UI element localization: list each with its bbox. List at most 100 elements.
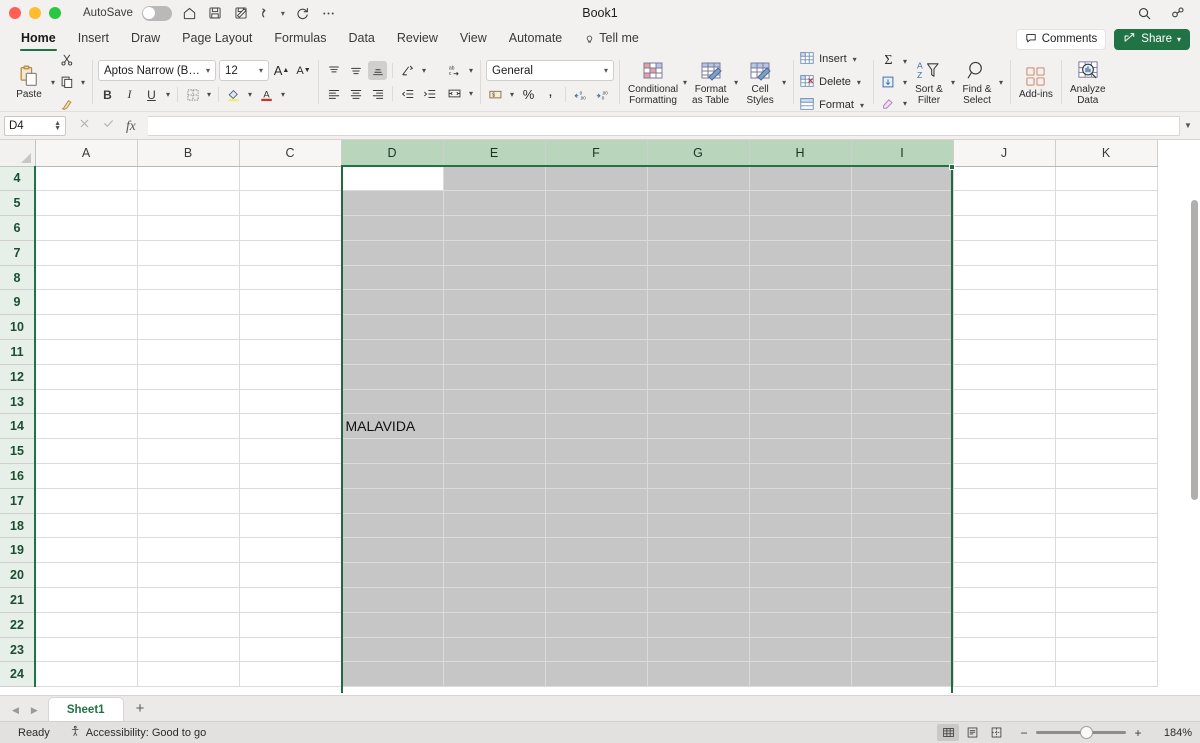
grid-cell-K22[interactable] — [1055, 612, 1158, 638]
add-ins-button[interactable]: Add-ins — [1016, 63, 1056, 100]
insert-cells-button[interactable]: Insert ▾ — [799, 50, 868, 68]
insert-function-icon[interactable]: fx — [126, 118, 136, 134]
grid-cell-A21[interactable] — [35, 587, 138, 613]
tab-formulas[interactable]: Formulas — [263, 26, 337, 52]
grid-cell-K7[interactable] — [1055, 240, 1158, 266]
grid-cell-K5[interactable] — [1055, 190, 1158, 217]
normal-view-icon[interactable] — [937, 724, 959, 741]
grid-cell-J5[interactable] — [953, 190, 1056, 217]
grid-cell-A22[interactable] — [35, 612, 138, 638]
accessibility-status[interactable]: Accessibility: Good to go — [60, 725, 216, 740]
grid-cell-I15[interactable] — [851, 438, 954, 465]
grid-cell-A13[interactable] — [35, 389, 138, 415]
active-cell-D4[interactable] — [341, 166, 444, 192]
grid-cell-F20[interactable] — [545, 562, 648, 589]
grid-cell-B18[interactable] — [137, 513, 240, 539]
grid-cell-F19[interactable] — [545, 537, 648, 564]
grid-cell-I23[interactable] — [851, 637, 954, 663]
autosave-toggle[interactable] — [141, 5, 172, 21]
grid-cell-G23[interactable] — [647, 637, 750, 663]
grid-cell-B21[interactable] — [137, 587, 240, 613]
tab-draw[interactable]: Draw — [120, 26, 171, 52]
grid-cell-C21[interactable] — [239, 587, 342, 613]
grid-cell-H11[interactable] — [749, 339, 852, 365]
wrap-text-chevron-down-icon[interactable]: ▾ — [467, 66, 475, 75]
fill-handle[interactable] — [949, 164, 955, 170]
tab-tell-me[interactable]: Tell me — [573, 26, 650, 52]
grid-cell-I9[interactable] — [851, 289, 954, 316]
row-header-24[interactable]: 24 — [0, 661, 36, 688]
grid-cell-E4[interactable] — [443, 166, 546, 192]
grid-cell-C20[interactable] — [239, 562, 342, 589]
grid-cell-J11[interactable] — [953, 339, 1056, 365]
grid-cell-H21[interactable] — [749, 587, 852, 613]
grid-cell-K9[interactable] — [1055, 289, 1158, 316]
grid-cell-G18[interactable] — [647, 513, 750, 539]
grid-cell-D20[interactable] — [341, 562, 444, 589]
insert-cells-chevron-down-icon[interactable]: ▾ — [851, 55, 859, 64]
grid-cell-K10[interactable] — [1055, 314, 1158, 341]
grid-cell-J13[interactable] — [953, 389, 1056, 415]
paste-button[interactable]: Paste — [9, 63, 49, 100]
save-as-icon[interactable] — [233, 5, 250, 22]
row-header-23[interactable]: 23 — [0, 637, 36, 663]
comments-button[interactable]: Comments — [1015, 28, 1107, 50]
grid-cell-B10[interactable] — [137, 314, 240, 341]
fill-color-icon[interactable] — [224, 85, 243, 104]
column-header-G[interactable]: G — [647, 140, 750, 167]
grid-cell-I5[interactable] — [851, 190, 954, 217]
cut-icon[interactable] — [57, 51, 76, 70]
accounting-format-chevron-down-icon[interactable]: ▾ — [508, 90, 516, 99]
grid-cell-J7[interactable] — [953, 240, 1056, 266]
row-header-12[interactable]: 12 — [0, 364, 36, 390]
grid-cell-G8[interactable] — [647, 265, 750, 291]
grid-cell-F22[interactable] — [545, 612, 648, 638]
grid-cell-G9[interactable] — [647, 289, 750, 316]
grid-cell-A7[interactable] — [35, 240, 138, 266]
grid-cell-H16[interactable] — [749, 463, 852, 489]
increase-indent-icon[interactable] — [420, 84, 439, 103]
underline-chevron-down-icon[interactable]: ▾ — [164, 90, 172, 99]
grid-cell-B15[interactable] — [137, 438, 240, 465]
grid-cell-K13[interactable] — [1055, 389, 1158, 415]
grid-cell-H12[interactable] — [749, 364, 852, 390]
grid-cell-K16[interactable] — [1055, 463, 1158, 489]
grid-cell-H24[interactable] — [749, 661, 852, 688]
grid-cell-I4[interactable] — [851, 166, 954, 192]
number-format-selector[interactable]: General ▾ — [486, 60, 614, 81]
grid-cell-K4[interactable] — [1055, 166, 1158, 192]
row-header-21[interactable]: 21 — [0, 587, 36, 613]
grid-cell-G6[interactable] — [647, 215, 750, 241]
grid-cell-D22[interactable] — [341, 612, 444, 638]
grid-cell-J18[interactable] — [953, 513, 1056, 539]
grid-cell-E22[interactable] — [443, 612, 546, 638]
grid-cell-J15[interactable] — [953, 438, 1056, 465]
grid-cell-H13[interactable] — [749, 389, 852, 415]
grid-cell-C8[interactable] — [239, 265, 342, 291]
grid-cell-J22[interactable] — [953, 612, 1056, 638]
share-button[interactable]: Share ▾ — [1114, 28, 1190, 50]
orientation-chevron-down-icon[interactable]: ▾ — [420, 66, 428, 75]
grid-cell-B9[interactable] — [137, 289, 240, 316]
formula-bar-expand-chevron-icon[interactable]: ▼ — [1180, 121, 1196, 130]
decrease-font-size-icon[interactable]: A ▼ — [294, 61, 313, 80]
grid-cell-H7[interactable] — [749, 240, 852, 266]
grid-cell-C9[interactable] — [239, 289, 342, 316]
fill-icon[interactable] — [879, 73, 898, 92]
grid-cell-D9[interactable] — [341, 289, 444, 316]
grid-cell-H18[interactable] — [749, 513, 852, 539]
grid-cell-D17[interactable] — [341, 488, 444, 514]
grid-cell-K14[interactable] — [1055, 413, 1158, 440]
conditional-formatting-button[interactable]: Conditional Formatting — [625, 58, 681, 106]
grid-cell-E9[interactable] — [443, 289, 546, 316]
grid-cell-A10[interactable] — [35, 314, 138, 341]
format-as-table-chevron-down-icon[interactable]: ▾ — [732, 78, 740, 87]
grid-cell-G15[interactable] — [647, 438, 750, 465]
grid-cell-D18[interactable] — [341, 513, 444, 539]
grid-cell-G19[interactable] — [647, 537, 750, 564]
grid-cell-J14[interactable] — [953, 413, 1056, 440]
grid-cell-C13[interactable] — [239, 389, 342, 415]
grid-cell-C12[interactable] — [239, 364, 342, 390]
grid-cell-I19[interactable] — [851, 537, 954, 564]
grid-cell-C11[interactable] — [239, 339, 342, 365]
